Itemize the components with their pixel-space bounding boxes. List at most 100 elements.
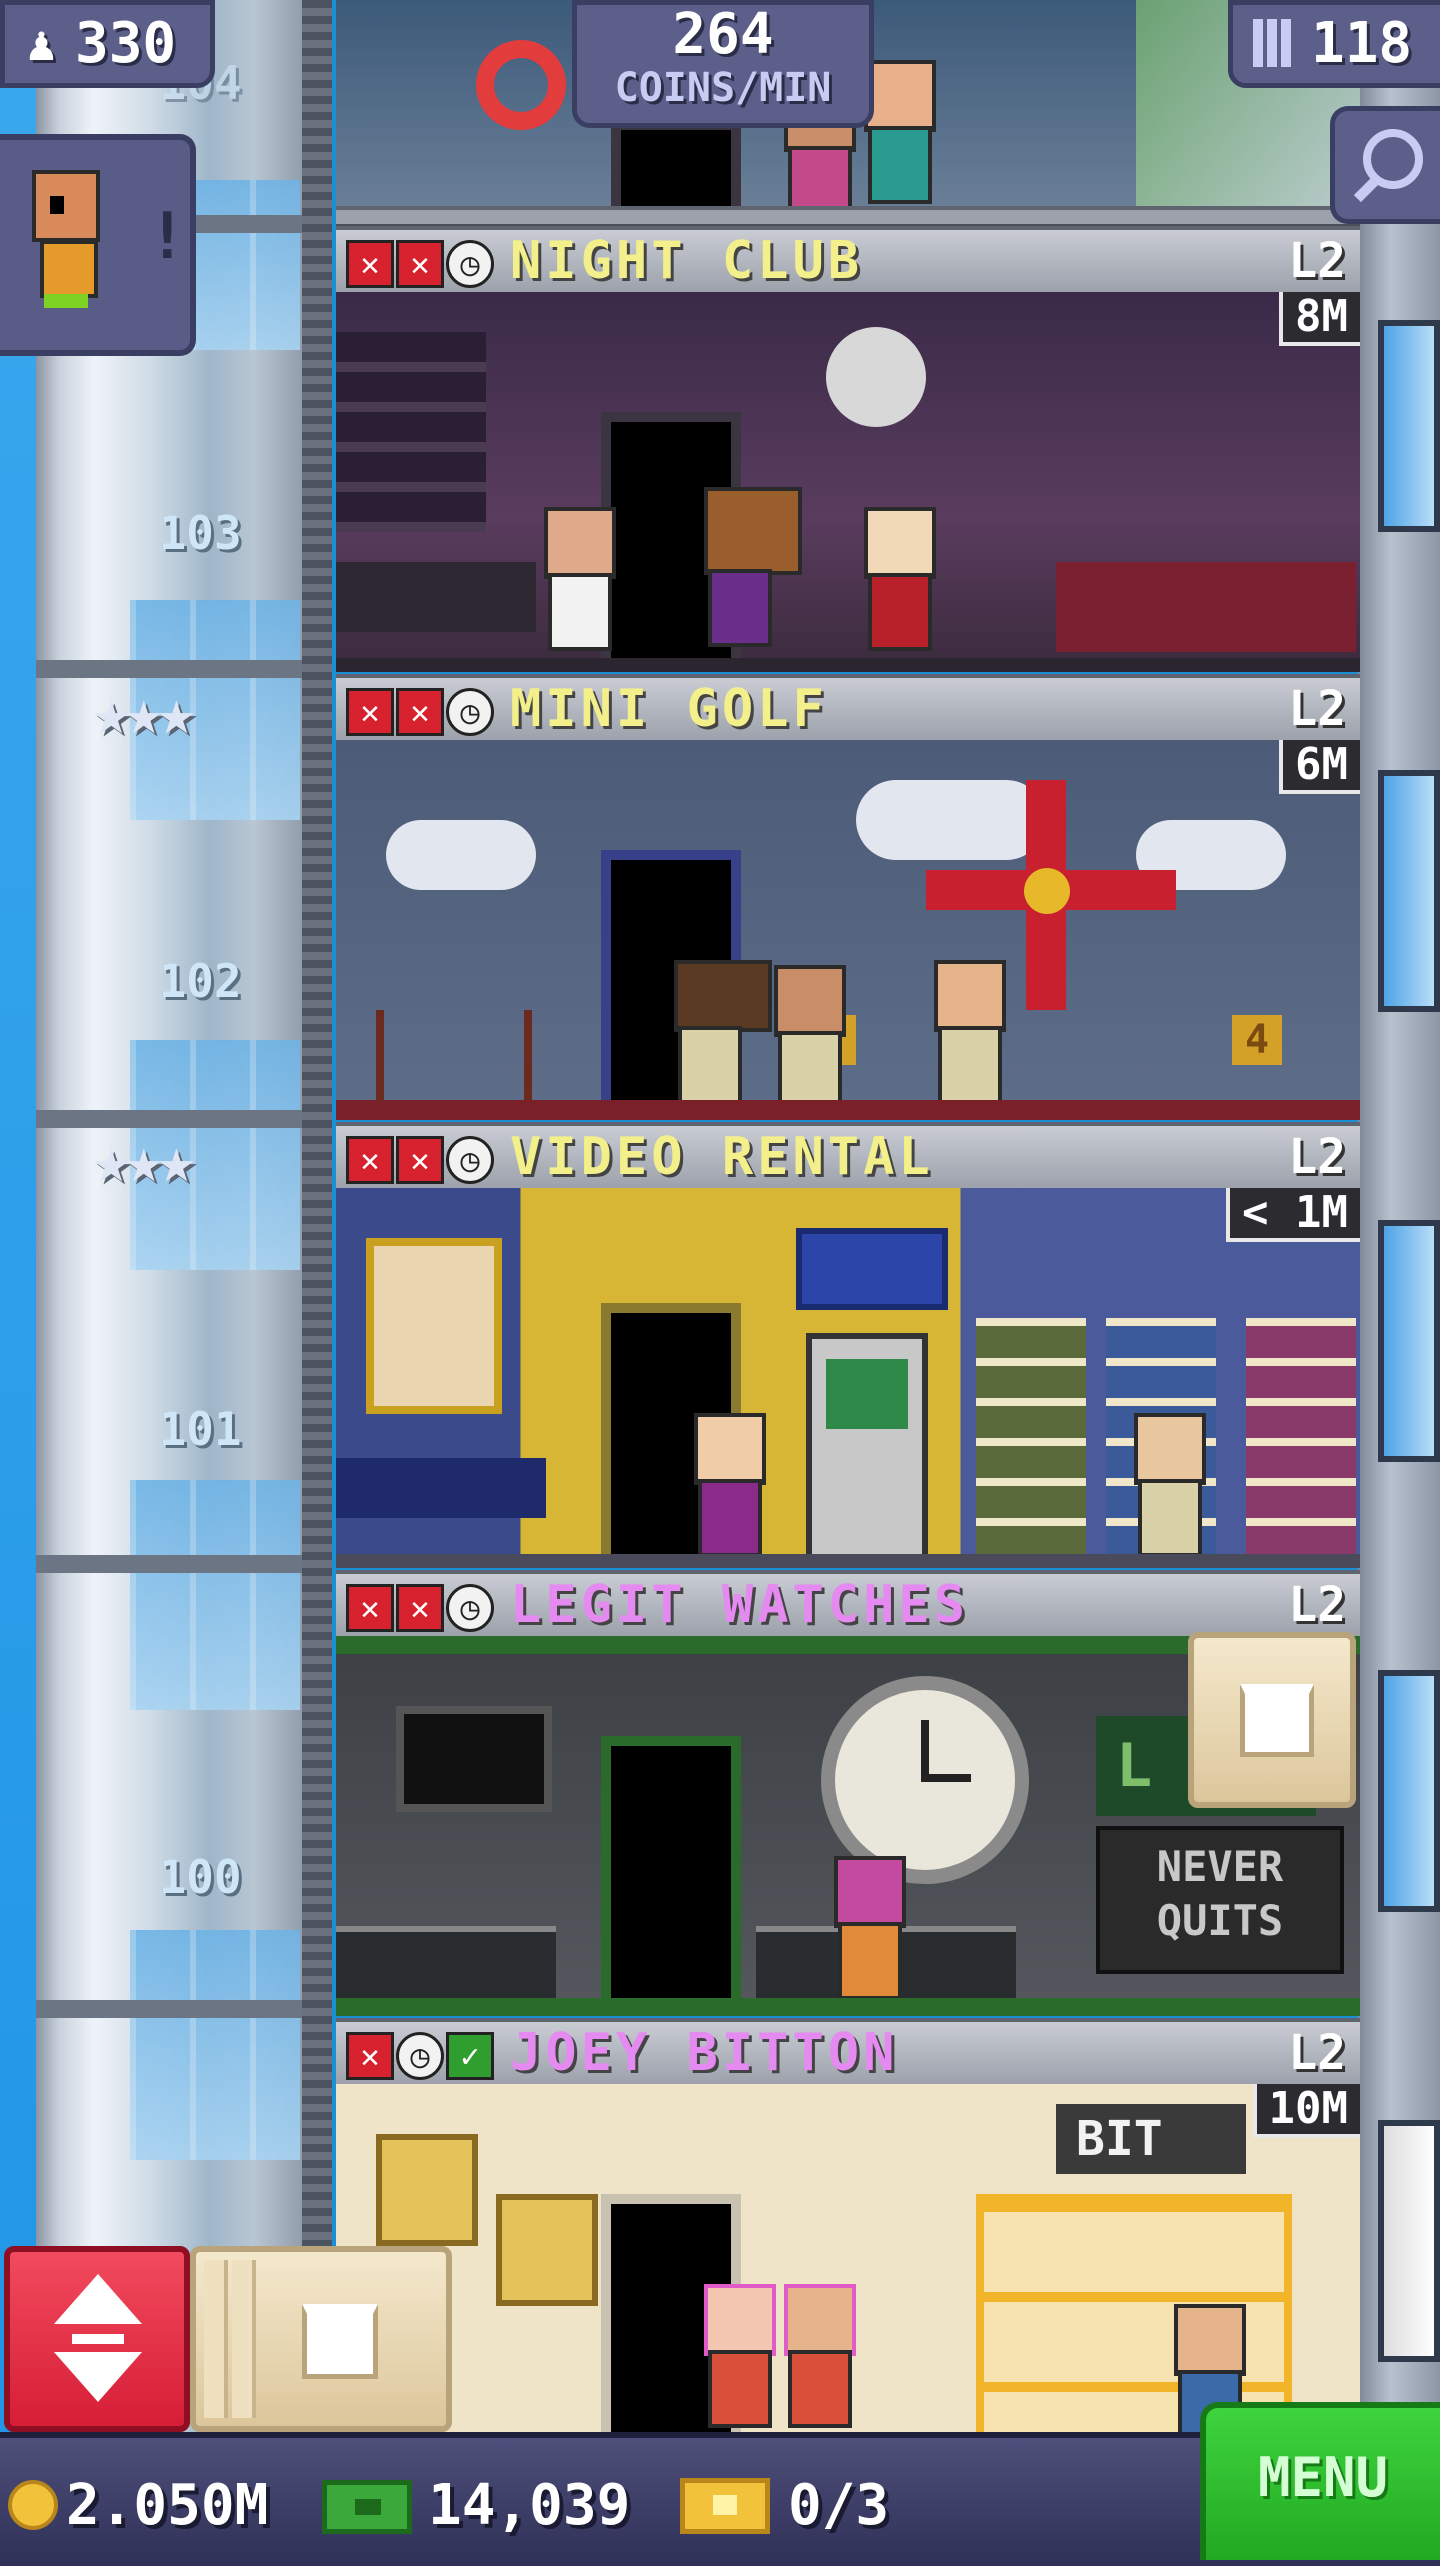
tower-window	[1378, 2120, 1440, 2362]
floor-divider	[336, 206, 1360, 228]
shaft-floor-number: 102	[158, 954, 242, 1008]
club-rack	[376, 1010, 532, 1108]
cloud-decoration	[386, 820, 536, 890]
tower-window	[1378, 1670, 1440, 1912]
tower-resident[interactable]	[776, 2284, 856, 2434]
restock-timer: < 1M	[1226, 1188, 1360, 1242]
coins-balance: 2.050M	[66, 2473, 269, 2538]
hole-sign: 4	[1232, 1015, 1282, 1065]
restock-timer: 8M	[1279, 292, 1360, 346]
check-icon: ✓	[446, 2032, 494, 2080]
x-status-icon: ✕	[396, 1136, 444, 1184]
menu-button[interactable]: MENU	[1200, 2402, 1440, 2560]
arcade-cabinet	[806, 1333, 928, 1565]
restock-bucket-button[interactable]	[1188, 1632, 1356, 1808]
wall-frame	[376, 2134, 478, 2246]
x-status-icon: ✕	[346, 240, 394, 288]
never-quits-sign: NEVER QUITS	[1096, 1826, 1344, 1974]
tower-resident[interactable]	[926, 960, 1006, 1110]
bitizen-alert-button[interactable]: !	[0, 134, 196, 356]
room-joey-bitton[interactable]: BIT 10M	[336, 2084, 1360, 2434]
tower-resident[interactable]	[856, 507, 936, 657]
clock-icon: ◷	[446, 688, 494, 736]
x-status-icon: ✕	[346, 1136, 394, 1184]
x-status-icon: ✕	[346, 2032, 394, 2080]
tower-resident[interactable]	[766, 965, 846, 1115]
bux-balance: 14,039	[428, 2473, 631, 2538]
floor-level: L2	[1288, 2025, 1346, 2081]
person-icon: ♟	[27, 16, 56, 72]
floor-counter[interactable]: 118	[1228, 0, 1440, 88]
tower-resident[interactable]	[686, 1413, 766, 1563]
counter	[336, 1458, 546, 1518]
disco-ball	[826, 327, 926, 427]
bar-shelf	[336, 332, 486, 532]
tower-resident[interactable]	[1126, 1413, 1206, 1563]
shaft-glass	[130, 1930, 300, 2160]
elevator-rail	[302, 0, 332, 2460]
cloud-decoration	[856, 780, 1046, 860]
movie-shelf	[976, 1318, 1086, 1568]
bucket-icon	[1240, 1684, 1314, 1757]
red-couch	[1056, 562, 1356, 652]
restock-all-button[interactable]	[190, 2246, 452, 2432]
shaft-floor-number: 100	[158, 1850, 242, 1904]
clock-icon: ◷	[396, 2032, 444, 2080]
floor-header-joey-bitton[interactable]: ✕ ◷ ✓ JOEY BITTON L2	[336, 2018, 1360, 2088]
room-video-rental[interactable]: < 1M	[336, 1188, 1360, 1568]
restock-timer: 10M	[1252, 2084, 1360, 2138]
ticket-sign	[796, 1228, 948, 1310]
floor-name: JOEY BITTON	[510, 2023, 899, 2083]
x-status-icon: ✕	[346, 1584, 394, 1632]
floor-name: NIGHT CLUB	[510, 231, 864, 291]
floor-header-legit-watches[interactable]: ✕ ✕ ◷ LEGIT WATCHES L2	[336, 1570, 1360, 1640]
star-icon-group: ★★★	[92, 1124, 196, 1198]
x-status-icon: ✕	[396, 688, 444, 736]
x-status-icon: ✕	[396, 1584, 444, 1632]
floor-header-video-rental[interactable]: ✕ ✕ ◷ VIDEO RENTAL L2	[336, 1122, 1360, 1192]
bucket-icon	[302, 2304, 378, 2379]
tower-resident[interactable]	[826, 1856, 906, 2006]
money-icon	[322, 2480, 412, 2534]
windmill-hub	[1024, 868, 1070, 914]
shaft-floor-number: 101	[158, 1402, 242, 1456]
bitizen-avatar-head	[32, 170, 100, 242]
alert-icon: !	[148, 200, 187, 274]
tower-resident[interactable]	[696, 2284, 776, 2434]
clock-icon: ◷	[446, 1136, 494, 1184]
room-night-club[interactable]: 8M	[336, 292, 1360, 672]
elevator-button[interactable]	[4, 2246, 190, 2432]
shaft-beam	[36, 1555, 326, 1573]
floor-level: L2	[1288, 681, 1346, 737]
x-status-icon: ✕	[346, 688, 394, 736]
bar-counter	[336, 562, 536, 632]
population-counter[interactable]: ♟ 330	[0, 0, 215, 88]
shaft-beam	[36, 2000, 326, 2018]
building-icon	[1253, 19, 1293, 67]
room-mini-golf[interactable]: 6M 3 4	[336, 740, 1360, 1120]
tower-window	[1378, 770, 1440, 1012]
wall-frame	[496, 2194, 598, 2306]
floor-name: VIDEO RENTAL	[510, 1127, 934, 1187]
golden-ticket-icon	[680, 2478, 770, 2534]
floor-name: LEGIT WATCHES	[510, 1575, 969, 1635]
x-status-icon: ✕	[396, 240, 444, 288]
floor-header-night-club[interactable]: ✕ ✕ ◷ NIGHT CLUB L2	[336, 226, 1360, 296]
tower-window	[1378, 1220, 1440, 1462]
tower-resident[interactable]	[696, 487, 802, 647]
floor-name: MINI GOLF	[510, 679, 828, 739]
door	[611, 120, 741, 210]
restock-timer: 6M	[1279, 740, 1360, 794]
clock-icon: ◷	[446, 1584, 494, 1632]
up-down-arrows-icon	[54, 2274, 142, 2324]
tower-resident[interactable]	[536, 507, 616, 657]
store-sign: BIT	[1056, 2104, 1246, 2174]
clock-icon: ◷	[446, 240, 494, 288]
coins-per-minute-display: 264 COINS/MIN	[572, 0, 874, 128]
floor-level: L2	[1288, 1577, 1346, 1633]
floor-header-mini-golf[interactable]: ✕ ✕ ◷ MINI GOLF L2	[336, 674, 1360, 744]
tower-resident[interactable]	[666, 960, 772, 1110]
search-button[interactable]	[1330, 106, 1440, 224]
wall-tv	[396, 1706, 552, 1812]
star-icon-group: ★★★	[92, 676, 196, 750]
